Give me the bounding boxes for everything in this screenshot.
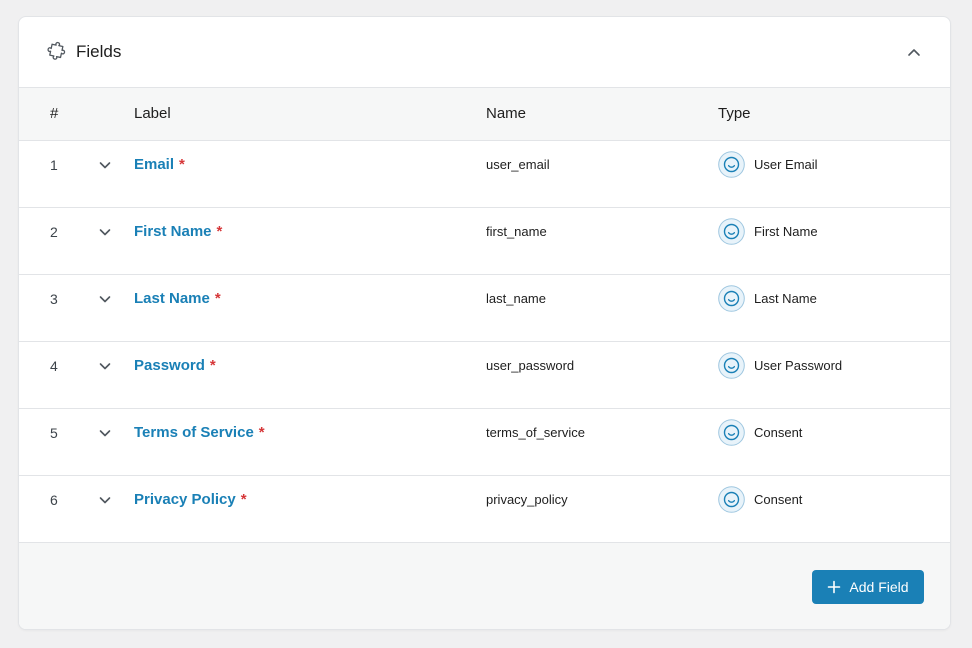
- row-number: 6: [50, 492, 58, 508]
- field-label-link[interactable]: Terms of Service *: [134, 423, 265, 443]
- column-header-type: Type: [718, 105, 751, 122]
- field-label-text: Terms of Service: [134, 424, 254, 441]
- field-type: Consent: [754, 425, 803, 440]
- field-name: user_password: [486, 358, 575, 373]
- chevron-up-icon[interactable]: [902, 41, 926, 65]
- table-header: # Label Name Type: [19, 88, 950, 141]
- chevron-down-icon[interactable]: [95, 289, 115, 309]
- required-marker: *: [209, 357, 216, 374]
- panel-header: Fields: [19, 17, 950, 88]
- required-marker: *: [216, 223, 223, 240]
- field-name: first_name: [486, 224, 547, 239]
- fields-panel: Fields # Label Name Type 1 Email * user_ema…: [18, 16, 951, 630]
- field-label-link[interactable]: Email *: [134, 155, 185, 175]
- add-field-button[interactable]: Add Field: [812, 570, 924, 604]
- table-row: 4 Password * user_password User Password: [19, 342, 950, 409]
- chevron-down-icon[interactable]: [95, 222, 115, 242]
- column-header-number: #: [50, 105, 59, 122]
- table-row: 6 Privacy Policy * privacy_policy Consent: [19, 476, 950, 543]
- chevron-down-icon[interactable]: [95, 490, 115, 510]
- required-marker: *: [179, 156, 185, 173]
- smiley-icon: [718, 486, 745, 513]
- field-label-text: Last Name: [134, 290, 210, 307]
- field-label-link[interactable]: Privacy Policy *: [134, 490, 247, 510]
- field-label-text: Privacy Policy: [134, 491, 236, 508]
- row-number: 1: [50, 157, 58, 173]
- panel-footer: Add Field: [19, 543, 950, 629]
- required-marker: *: [240, 491, 247, 508]
- table-row: 1 Email * user_email User Email: [19, 141, 950, 208]
- field-type: User Email: [754, 157, 818, 172]
- add-field-label: Add Field: [849, 579, 909, 595]
- smiley-icon: [718, 218, 745, 245]
- field-type: Consent: [754, 492, 803, 507]
- chevron-down-icon[interactable]: [95, 356, 115, 376]
- required-marker: *: [258, 424, 265, 441]
- required-marker: *: [214, 290, 221, 307]
- smiley-icon: [718, 419, 745, 446]
- field-type: First Name: [754, 224, 818, 239]
- field-label-link[interactable]: First Name *: [134, 222, 222, 242]
- chevron-down-icon[interactable]: [95, 155, 115, 175]
- field-name: last_name: [486, 291, 546, 306]
- field-name: privacy_policy: [486, 492, 568, 507]
- field-name: terms_of_service: [486, 425, 585, 440]
- field-name: user_email: [486, 157, 550, 172]
- row-number: 3: [50, 291, 58, 307]
- plus-icon: [828, 580, 841, 594]
- smiley-icon: [718, 151, 745, 178]
- row-number: 5: [50, 425, 58, 441]
- field-label-text: First Name: [134, 223, 212, 240]
- field-label-link[interactable]: Password *: [134, 356, 216, 376]
- smiley-icon: [718, 352, 745, 379]
- column-header-label: Label: [134, 105, 171, 122]
- chevron-down-icon[interactable]: [95, 423, 115, 443]
- field-label-text: Password: [134, 357, 205, 374]
- table-row: 5 Terms of Service * terms_of_service Consen…: [19, 409, 950, 476]
- column-header-name: Name: [486, 105, 527, 122]
- panel-title: Fields: [76, 42, 122, 61]
- row-number: 2: [50, 224, 58, 240]
- smiley-icon: [718, 285, 745, 312]
- field-type: User Password: [754, 358, 843, 373]
- field-label-text: Email: [134, 156, 175, 173]
- field-label-link[interactable]: Last Name *: [134, 289, 221, 309]
- field-type: Last Name: [754, 291, 817, 306]
- table-row: 2 First Name * first_name First Name: [19, 208, 950, 275]
- puzzle-icon: [47, 41, 66, 60]
- row-number: 4: [50, 358, 58, 374]
- table-row: 3 Last Name * last_name Last Name: [19, 275, 950, 342]
